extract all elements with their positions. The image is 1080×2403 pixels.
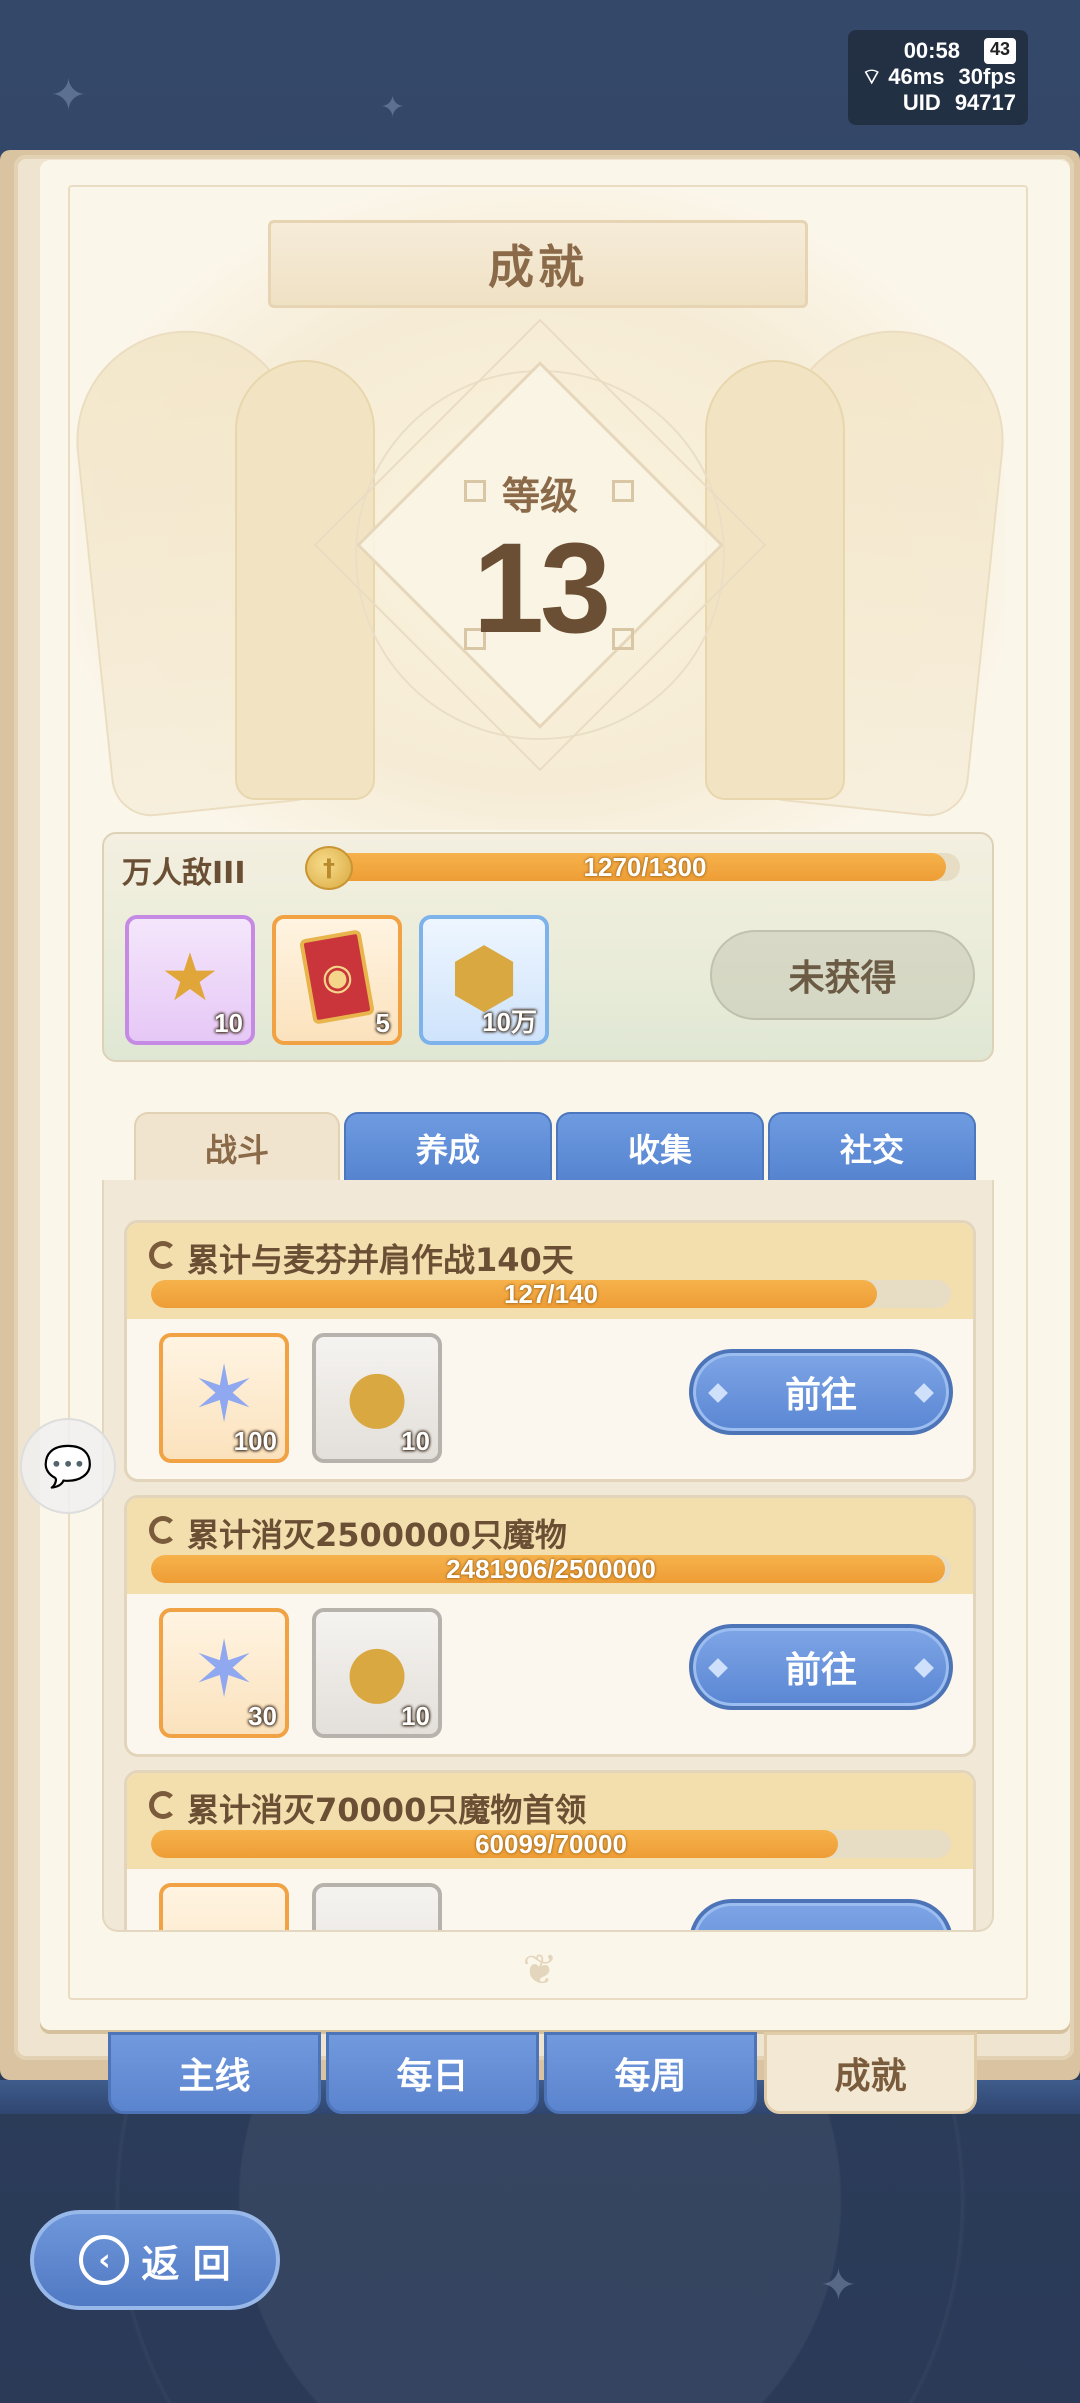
star-decoration-icon: ✦ <box>50 70 87 121</box>
achievement-reward-item[interactable] <box>312 1883 442 1930</box>
achievement-reward-item[interactable]: ● 10 <box>312 1333 442 1463</box>
moon-icon <box>149 1791 177 1819</box>
back-button-label: 返 回 <box>141 2241 231 2286</box>
winged-coin-icon: † <box>305 846 353 890</box>
go-button[interactable]: 前往 <box>689 1624 953 1710</box>
diamond-decoration <box>914 1658 934 1678</box>
go-button-label: 前往 <box>784 1650 857 1691</box>
achievement-reward-item[interactable]: ✶ 100 <box>159 1333 289 1463</box>
tab-daily[interactable]: 每日 <box>326 2032 539 2114</box>
diamond-decoration <box>708 1658 728 1678</box>
red-card-icon: ◉ <box>291 929 383 1025</box>
achievement-title: 累计消灭2500000只魔物 <box>187 1516 567 1554</box>
tier-progress-text: 1270/1300 <box>583 853 707 881</box>
wifi-icon: ⌔ <box>861 64 883 89</box>
wifi-ping: ⌔ 46ms <box>861 64 945 89</box>
achievement-reward-item[interactable]: ✶ 30 <box>159 1608 289 1738</box>
tab-achievements[interactable]: 成就 <box>764 2032 977 2114</box>
reward-count: 30 <box>248 1701 277 1731</box>
tier-reward-item[interactable]: ◉ 5 <box>272 915 402 1045</box>
star-decoration-icon: ✦ <box>820 2260 857 2311</box>
uid-label: UID <box>902 90 941 115</box>
chat-icon: 💬 <box>43 1443 93 1490</box>
claim-tier-button[interactable]: 未获得 <box>710 930 975 1020</box>
go-button[interactable]: 前往 <box>689 1349 953 1435</box>
tab-battle[interactable]: 战斗 <box>134 1112 340 1182</box>
achievement-reward-item[interactable] <box>159 1883 289 1930</box>
tab-weekly[interactable]: 每周 <box>544 2032 757 2114</box>
tab-growth[interactable]: 养成 <box>344 1112 552 1182</box>
achievement-progress-bar: 2481906/2500000 <box>151 1555 951 1583</box>
achievement-progress-text: 60099/70000 <box>475 1830 627 1858</box>
back-button[interactable]: ‹ 返 回 <box>30 2210 280 2310</box>
tab-main-quest[interactable]: 主线 <box>108 2032 321 2114</box>
moon-icon <box>149 1241 177 1269</box>
tab-social[interactable]: 社交 <box>768 1112 976 1182</box>
reward-count: 5 <box>375 1008 390 1038</box>
title-banner: 成就 <box>268 220 808 308</box>
back-arrow-icon: ‹ <box>79 2235 130 2285</box>
reward-count: 10 <box>214 1008 243 1038</box>
tier-reward-item[interactable]: ⬢ 10万 <box>419 915 549 1045</box>
achievement-reward-item[interactable]: ● 10 <box>312 1608 442 1738</box>
achievement-card: 累计与麦芬并肩作战140天 127/140 ✶ 100 ● 10 前往 <box>124 1220 976 1482</box>
uid-value: 94717 <box>954 90 1016 115</box>
level-value: 13 <box>472 517 611 660</box>
star-decoration-icon: ✦ <box>380 90 406 125</box>
reward-count: 10 <box>401 1701 430 1731</box>
achievement-progress-text: 2481906/2500000 <box>446 1555 656 1583</box>
status-overlay: 00:58 43 ⌔ 46ms 30fps UID 94717 <box>848 30 1028 125</box>
go-button[interactable] <box>689 1899 953 1930</box>
achievement-progress-bar: 127/140 <box>151 1280 951 1308</box>
moon-icon <box>149 1516 177 1544</box>
achievement-progress-text: 127/140 <box>504 1280 598 1308</box>
diamond-decoration <box>914 1383 934 1403</box>
page-title: 成就 <box>488 240 588 294</box>
reward-count: 10 <box>401 1426 430 1456</box>
fps-readout: 30fps <box>958 64 1016 89</box>
clock: 00:58 <box>903 38 960 63</box>
achievement-card: 累计消灭2500000只魔物 2481906/2500000 ✶ 30 ● 10… <box>124 1495 976 1757</box>
achievement-list[interactable]: 累计与麦芬并肩作战140天 127/140 ✶ 100 ● 10 前往 累计消灭… <box>102 1180 994 1932</box>
tier-reward-item[interactable]: ★ 10 <box>125 915 255 1045</box>
diamond-decoration <box>708 1383 728 1403</box>
achievement-progress-bar: 60099/70000 <box>151 1830 951 1858</box>
achievement-title: 累计与麦芬并肩作战140天 <box>187 1241 574 1279</box>
battery-icon: 43 <box>983 38 1016 64</box>
tab-collection[interactable]: 收集 <box>556 1112 764 1182</box>
go-button-label: 前往 <box>784 1375 857 1416</box>
reward-count: 100 <box>233 1426 277 1456</box>
reward-count: 10万 <box>482 1007 537 1037</box>
level-label: 等级 <box>501 474 578 518</box>
bottom-ornament: ❦ <box>522 1945 558 1994</box>
achievement-title: 累计消灭70000只魔物首领 <box>187 1791 587 1829</box>
tier-name: 万人敌III <box>122 856 246 891</box>
chat-bubble-button[interactable]: 💬 <box>20 1418 116 1514</box>
tier-progress-bar: 1270/1300 <box>330 853 960 881</box>
achievement-card: 累计消灭70000只魔物首领 60099/70000 <box>124 1770 976 1930</box>
